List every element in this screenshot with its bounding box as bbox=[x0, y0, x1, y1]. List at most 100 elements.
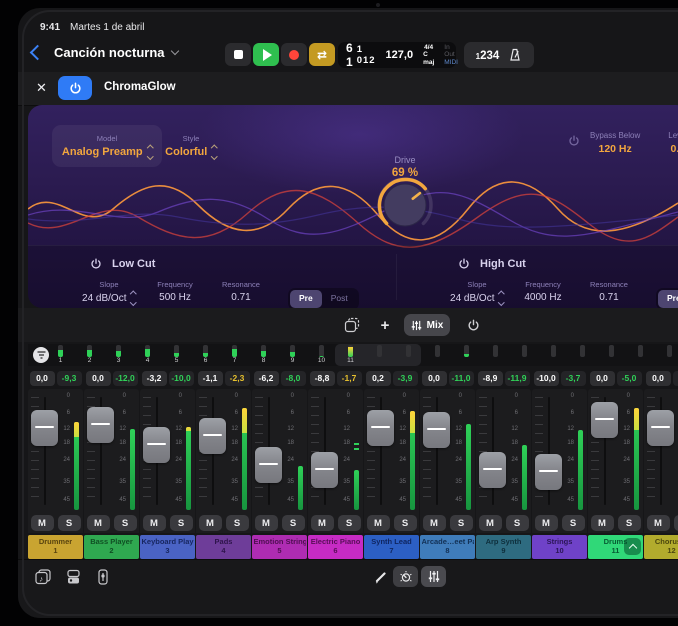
pre-button[interactable]: Pre bbox=[658, 290, 678, 308]
mute-button[interactable]: M bbox=[311, 515, 334, 531]
peak-value[interactable]: -11,0 bbox=[449, 371, 474, 386]
back-chevron-icon[interactable] bbox=[30, 45, 46, 61]
solo-button[interactable]: S bbox=[170, 515, 193, 531]
low-cut-frequency[interactable]: Frequency 500 Hz bbox=[146, 280, 204, 308]
peak-value[interactable]: -8,0 bbox=[281, 371, 306, 386]
level-control[interactable]: Level 0.0 bbox=[668, 131, 678, 155]
volume-value[interactable]: -8,8 bbox=[310, 371, 335, 386]
peak-value[interactable]: -3,7 bbox=[561, 371, 586, 386]
high-cut-frequency[interactable]: Frequency 4000 Hz bbox=[514, 280, 572, 308]
track-label[interactable]: Arcade…eet Pad8 bbox=[420, 535, 475, 559]
volume-value[interactable]: -6,2 bbox=[254, 371, 279, 386]
duplicate-button[interactable] bbox=[340, 314, 364, 336]
low-cut-slope[interactable]: Slope 24 dB/Oct bbox=[80, 280, 138, 308]
volume-value[interactable]: 0,0 bbox=[646, 371, 671, 386]
volume-value[interactable]: 0,0 bbox=[422, 371, 447, 386]
track-label[interactable]: Arp Synth9 bbox=[476, 535, 531, 559]
low-cut-resonance[interactable]: Resonance 0.71 bbox=[212, 280, 270, 308]
mute-button[interactable]: M bbox=[591, 515, 614, 531]
ruler-slot[interactable] bbox=[481, 344, 510, 366]
volume-value[interactable]: -1,1 bbox=[198, 371, 223, 386]
solo-button[interactable]: S bbox=[338, 515, 361, 531]
ruler-slot[interactable] bbox=[452, 344, 481, 366]
play-button[interactable] bbox=[253, 43, 279, 66]
track-label[interactable]: Synth Lead7 bbox=[364, 535, 419, 559]
ruler-slot[interactable]: 8 bbox=[249, 344, 278, 366]
bypass-below-control[interactable]: Bypass Below 120 Hz bbox=[590, 131, 640, 155]
browser-icon[interactable] bbox=[62, 568, 84, 586]
ruler-slot[interactable]: 3 bbox=[104, 344, 133, 366]
volume-value[interactable]: 0,2 bbox=[366, 371, 391, 386]
ruler-slot[interactable] bbox=[568, 344, 597, 366]
solo-button[interactable]: S bbox=[226, 515, 249, 531]
ruler-slot[interactable]: 6 bbox=[191, 344, 220, 366]
ruler-slot[interactable] bbox=[626, 344, 655, 366]
peak-value[interactable] bbox=[673, 371, 678, 386]
style-selector[interactable]: Style Colorful bbox=[146, 125, 236, 167]
mute-button[interactable]: M bbox=[647, 515, 670, 531]
solo-button[interactable]: S bbox=[618, 515, 641, 531]
pre-button[interactable]: Pre bbox=[290, 290, 322, 308]
fader-cap[interactable] bbox=[143, 427, 170, 463]
loop-browser-icon[interactable]: ♪ bbox=[32, 568, 54, 586]
mix-view-button[interactable]: Mix bbox=[404, 314, 450, 336]
volume-value[interactable]: 0,0 bbox=[590, 371, 615, 386]
ruler-slot[interactable] bbox=[394, 344, 423, 366]
ruler-slot[interactable] bbox=[655, 344, 678, 366]
peak-value[interactable]: -9,3 bbox=[57, 371, 82, 386]
ruler-slot[interactable]: 1 bbox=[46, 344, 75, 366]
add-track-button[interactable]: + bbox=[374, 314, 396, 336]
volume-value[interactable]: -8,9 bbox=[478, 371, 503, 386]
solo-button[interactable]: S bbox=[394, 515, 417, 531]
fader-cap[interactable] bbox=[535, 454, 562, 490]
pencil-icon[interactable] bbox=[370, 568, 392, 586]
plugin-power-button[interactable] bbox=[58, 76, 92, 100]
track-label[interactable]: Bass Player2 bbox=[84, 535, 139, 559]
track-label[interactable]: Strings10 bbox=[532, 535, 587, 559]
song-title[interactable]: Canción nocturna bbox=[54, 45, 178, 60]
count-in-metronome[interactable]: 1234 bbox=[464, 42, 534, 68]
track-label[interactable]: Electric Piano6 bbox=[308, 535, 363, 559]
volume-value[interactable]: 0,0 bbox=[30, 371, 55, 386]
high-cut-slope[interactable]: Slope 24 dB/Oct bbox=[448, 280, 506, 308]
bypass-power-icon[interactable] bbox=[568, 135, 580, 147]
track-label[interactable]: Keyboard Player3 bbox=[140, 535, 195, 559]
ruler-slot[interactable] bbox=[597, 344, 626, 366]
close-icon[interactable]: ✕ bbox=[36, 80, 47, 96]
solo-button[interactable]: S bbox=[674, 515, 678, 531]
mute-button[interactable]: M bbox=[423, 515, 446, 531]
mixer-power-button[interactable] bbox=[462, 314, 484, 336]
cycle-button[interactable]: ⇄ bbox=[309, 43, 335, 66]
track-label[interactable]: Pads4 bbox=[196, 535, 251, 559]
track-label[interactable]: Emotion Strings5 bbox=[252, 535, 307, 559]
mute-button[interactable]: M bbox=[535, 515, 558, 531]
solo-button[interactable]: S bbox=[562, 515, 585, 531]
mute-button[interactable]: M bbox=[255, 515, 278, 531]
solo-button[interactable]: S bbox=[506, 515, 529, 531]
fader-cap[interactable] bbox=[367, 410, 394, 446]
fader-cap[interactable] bbox=[255, 447, 282, 483]
solo-button[interactable]: S bbox=[58, 515, 81, 531]
mute-button[interactable]: M bbox=[87, 515, 110, 531]
volume-value[interactable]: 0,0 bbox=[86, 371, 111, 386]
peak-value[interactable]: -3,9 bbox=[393, 371, 418, 386]
mute-button[interactable]: M bbox=[143, 515, 166, 531]
ruler-slot[interactable]: 2 bbox=[75, 344, 104, 366]
peak-value[interactable]: -2,3 bbox=[225, 371, 250, 386]
mute-button[interactable]: M bbox=[367, 515, 390, 531]
volume-value[interactable]: -3,2 bbox=[142, 371, 167, 386]
volume-value[interactable]: -10,0 bbox=[534, 371, 559, 386]
low-cut-power-icon[interactable] bbox=[90, 258, 102, 270]
track-label[interactable]: Drummer1 bbox=[28, 535, 83, 559]
solo-button[interactable]: S bbox=[450, 515, 473, 531]
post-button[interactable]: Post bbox=[322, 290, 357, 308]
peak-value[interactable]: -11,9 bbox=[505, 371, 530, 386]
stop-button[interactable] bbox=[225, 43, 251, 66]
track-label[interactable]: Drums11 bbox=[588, 535, 643, 559]
ruler-slot[interactable] bbox=[539, 344, 568, 366]
track-overview-ruler[interactable]: 1234567891011 bbox=[28, 344, 678, 366]
ruler-slot[interactable]: 5 bbox=[162, 344, 191, 366]
fader-cap[interactable] bbox=[423, 412, 450, 448]
mute-button[interactable]: M bbox=[479, 515, 502, 531]
high-cut-power-icon[interactable] bbox=[458, 258, 470, 270]
